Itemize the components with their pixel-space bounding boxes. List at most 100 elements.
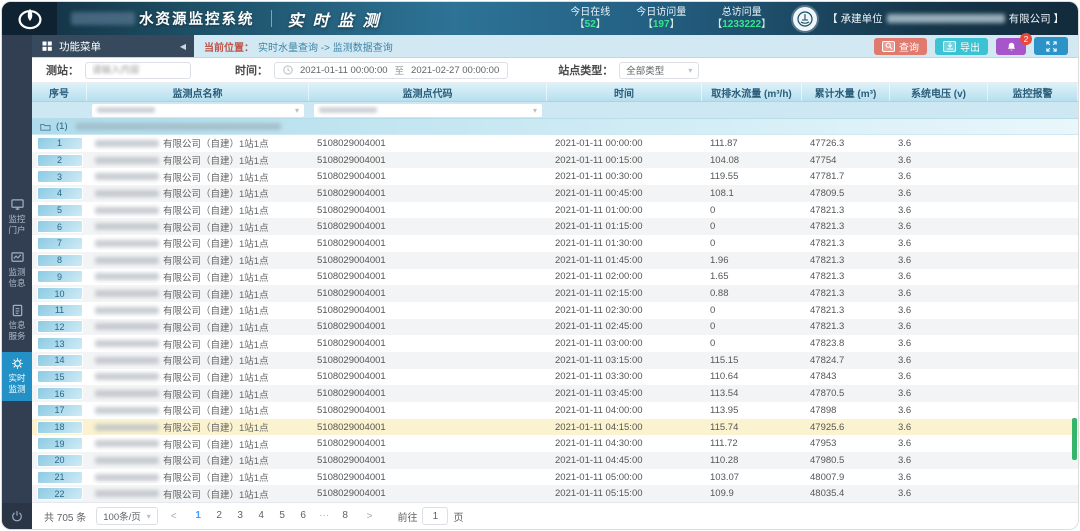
prev-page-button[interactable]: < (168, 511, 180, 522)
table-row[interactable]: 13 有限公司（自建）1站1点 5108029004001 2021-01-11… (32, 335, 1078, 352)
column-header-voltage[interactable]: 系统电压 (v) (890, 83, 988, 101)
query-button[interactable]: 查询 (874, 38, 927, 55)
table-row[interactable]: 18 有限公司（自建）1站1点 5108029004001 2021-01-11… (32, 419, 1078, 436)
table-row[interactable]: 20 有限公司（自建）1站1点 5108029004001 2021-01-11… (32, 452, 1078, 469)
redacted-name-prefix (95, 407, 159, 414)
table-row[interactable]: 9 有限公司（自建）1站1点 5108029004001 2021-01-11 … (32, 269, 1078, 286)
row-index-chip: 12 (37, 320, 83, 333)
sidebar-item-portal[interactable]: 监控门户 (2, 193, 32, 242)
redacted-name-prefix (95, 440, 159, 447)
cell-voltage: 3.6 (890, 271, 988, 282)
fullscreen-button[interactable] (1034, 37, 1068, 55)
cell-flow: 103.07 (702, 472, 802, 483)
cell-flow: 113.54 (702, 388, 802, 399)
goto-page-input[interactable] (422, 507, 448, 525)
sidebar-item-label: 信息服务 (6, 320, 28, 342)
function-menu-header[interactable]: 功能菜单 ◀ (32, 35, 194, 57)
cell-voltage: 3.6 (890, 321, 988, 332)
table-row[interactable]: 22 有限公司（自建）1站1点 5108029004001 2021-01-11… (32, 485, 1078, 502)
cell-code: 5108029004001 (309, 205, 547, 216)
time-to-value[interactable]: 2021-02-27 00:00:00 (411, 65, 499, 76)
table-body: 1 有限公司（自建）1站1点 5108029004001 2021-01-11 … (32, 135, 1078, 502)
page-button[interactable]: 5 (274, 507, 291, 525)
redacted-name-prefix (95, 373, 159, 380)
redacted-name-prefix (95, 207, 159, 214)
table-row[interactable]: 19 有限公司（自建）1站1点 5108029004001 2021-01-11… (32, 435, 1078, 452)
name-suffix: 有限公司（自建）1站1点 (163, 270, 269, 284)
bracket: 【 (575, 19, 585, 30)
cell-total: 47754 (802, 155, 890, 166)
cell-voltage: 3.6 (890, 171, 988, 182)
page-button[interactable]: 8 (337, 507, 354, 525)
table-row[interactable]: 5 有限公司（自建）1站1点 5108029004001 2021-01-11 … (32, 202, 1078, 219)
cell-flow: 1.96 (702, 255, 802, 266)
table-row[interactable]: 14 有限公司（自建）1站1点 5108029004001 2021-01-11… (32, 352, 1078, 369)
redacted-name-prefix (95, 240, 159, 247)
cell-voltage: 3.6 (890, 205, 988, 216)
table-row[interactable]: 2 有限公司（自建）1站1点 5108029004001 2021-01-11 … (32, 152, 1078, 169)
cell-total: 47843 (802, 371, 890, 382)
avatar[interactable] (793, 7, 817, 31)
name-filter-select[interactable]: ▾ (92, 104, 304, 117)
table-row[interactable]: 3 有限公司（自建）1站1点 5108029004001 2021-01-11 … (32, 168, 1078, 185)
station-input[interactable] (85, 62, 191, 79)
column-header-flow[interactable]: 取排水流量 (m³/h) (702, 83, 802, 101)
name-suffix: 有限公司（自建）1站1点 (163, 487, 269, 501)
code-filter-select[interactable]: ▾ (314, 104, 542, 117)
station-type-select[interactable]: 全部类型 ▾ (619, 62, 699, 79)
page-button[interactable]: 6 (295, 507, 312, 525)
table-row[interactable]: 15 有限公司（自建）1站1点 5108029004001 2021-01-11… (32, 369, 1078, 386)
chevron-down-icon: ▾ (533, 106, 537, 115)
page-button[interactable]: 4 (253, 507, 270, 525)
name-suffix: 有限公司（自建）1站1点 (163, 203, 269, 217)
table-row[interactable]: 7 有限公司（自建）1站1点 5108029004001 2021-01-11 … (32, 235, 1078, 252)
table-row[interactable]: 10 有限公司（自建）1站1点 5108029004001 2021-01-11… (32, 285, 1078, 302)
cell-voltage: 3.6 (890, 455, 988, 466)
sidebar-item-info-service[interactable]: 信息服务 (2, 299, 32, 348)
collapse-menu-icon[interactable]: ◀ (178, 40, 188, 53)
column-header-code[interactable]: 监测点代码 (309, 83, 547, 101)
group-row[interactable]: (1) (32, 119, 1078, 135)
cell-total: 48035.4 (802, 488, 890, 499)
column-header-index[interactable]: 序号 (32, 83, 87, 101)
table-row[interactable]: 21 有限公司（自建）1站1点 5108029004001 2021-01-11… (32, 469, 1078, 486)
logout-power-button[interactable] (2, 503, 32, 529)
column-header-total[interactable]: 累计水量 (m³) (802, 83, 890, 101)
table-row[interactable]: 11 有限公司（自建）1站1点 5108029004001 2021-01-11… (32, 302, 1078, 319)
page-button[interactable]: 3 (232, 507, 249, 525)
table-row[interactable]: 1 有限公司（自建）1站1点 5108029004001 2021-01-11 … (32, 135, 1078, 152)
table-row[interactable]: 17 有限公司（自建）1站1点 5108029004001 2021-01-11… (32, 402, 1078, 419)
table-row[interactable]: 6 有限公司（自建）1站1点 5108029004001 2021-01-11 … (32, 218, 1078, 235)
sidebar-item-monitor-info[interactable]: 监测信息 (2, 246, 32, 295)
cell-total: 48007.9 (802, 472, 890, 483)
fullscreen-icon (1046, 41, 1057, 52)
table-row[interactable]: 8 有限公司（自建）1站1点 5108029004001 2021-01-11 … (32, 252, 1078, 269)
time-from-value[interactable]: 2021-01-11 00:00:00 (300, 65, 388, 76)
table-row[interactable]: 16 有限公司（自建）1站1点 5108029004001 2021-01-11… (32, 385, 1078, 402)
cell-voltage: 3.6 (890, 388, 988, 399)
scrollbar-thumb[interactable] (1072, 418, 1077, 460)
app-window: 水资源监控系统 实时监测 今日在线 【52】 今日访问量 【197】 总访问量 … (2, 2, 1078, 529)
cell-voltage: 3.6 (890, 338, 988, 349)
export-button[interactable]: 导出 (935, 38, 988, 55)
goto-page: 前往 页 (397, 507, 463, 525)
alarm-button[interactable]: 2 (996, 38, 1026, 55)
column-header-time[interactable]: 时间 (547, 83, 702, 101)
page-button[interactable]: 2 (211, 507, 228, 525)
table-row[interactable]: 4 有限公司（自建）1站1点 5108029004001 2021-01-11 … (32, 185, 1078, 202)
stat-value: 【197】 (643, 19, 680, 31)
next-page-button[interactable]: > (364, 511, 376, 522)
column-header-alarm[interactable]: 监控报警 (988, 83, 1078, 101)
table-row[interactable]: 12 有限公司（自建）1站1点 5108029004001 2021-01-11… (32, 319, 1078, 336)
cell-flow: 0 (702, 321, 802, 332)
page-button[interactable]: 1 (190, 507, 207, 525)
page-size-select[interactable]: 100条/页 ▾ (96, 507, 158, 525)
sidebar-item-realtime[interactable]: 实时监测 (2, 352, 32, 401)
cell-flow: 110.64 (702, 371, 802, 382)
row-index-chip: 4 (37, 187, 83, 200)
page-ellipsis: ··· (316, 507, 333, 525)
name-suffix: 有限公司（自建）1站1点 (163, 220, 269, 234)
time-range-picker[interactable]: 2021-01-11 00:00:00 至 2021-02-27 00:00:0… (274, 62, 508, 79)
cell-total: 47821.3 (802, 205, 890, 216)
column-header-name[interactable]: 监测点名称 (87, 83, 309, 101)
